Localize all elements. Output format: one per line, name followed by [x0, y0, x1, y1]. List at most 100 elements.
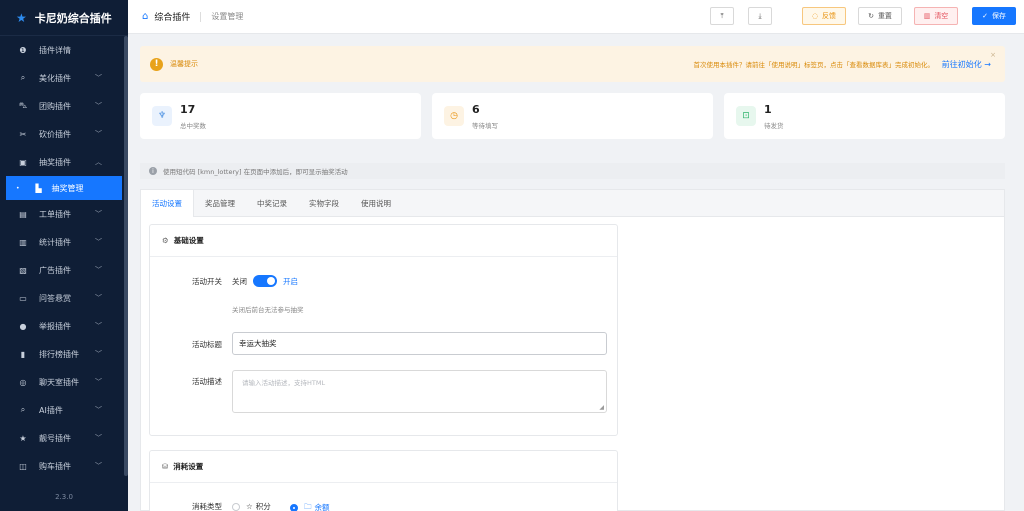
sidebar-scrollbar[interactable]: [124, 36, 128, 476]
download-icon: ⤓: [758, 11, 762, 20]
scissors-icon: ✂: [19, 129, 27, 139]
ad-icon: ▧: [19, 265, 27, 275]
resize-grip-icon[interactable]: ◢: [599, 404, 604, 411]
sidebar-item[interactable]: ▧ 广告插件 ﹀: [0, 256, 128, 284]
stat-label: 总中奖数: [180, 121, 206, 130]
sidebar-item[interactable]: ⌕ AI插件 ﹀: [0, 396, 128, 424]
trash-icon: ▥: [923, 12, 931, 20]
init-link[interactable]: 前往初始化 →: [942, 59, 991, 70]
chevron-down-icon: ﹀: [95, 462, 102, 470]
export-button[interactable]: ⤒: [710, 7, 734, 25]
ticket-icon: ▤: [19, 209, 27, 219]
shortcode-tip: i 使用短代码 [kmn_lottery] 在页面中添加后，即可显示抽奖活动: [140, 163, 1005, 179]
sidebar-item[interactable]: ⌕ 美化插件 ﹀: [0, 64, 128, 92]
tab-4[interactable]: 使用说明: [350, 190, 402, 217]
sidebar-item[interactable]: ▮ 排行榜插件 ﹀: [0, 340, 128, 368]
sidebar-menu: ❶ 插件详情 ⌕ 美化插件 ﹀ ⛍ 团购插件 ﹀ ✂ 砍价插件 ﹀ ▣ 抽奖插件 ︿ • ▙ 抽奖管理 ▤ 工单插件…: [0, 36, 128, 480]
radio-points[interactable]: ☆ 积分: [232, 501, 271, 511]
switch-off-text: 关闭: [232, 276, 247, 286]
stat-value: 1: [764, 102, 772, 116]
cost-settings-card: ⛁ 消耗设置 消耗类型 ☆ 积分 🗀 余额: [149, 450, 618, 511]
card-header: ⛁ 消耗设置: [150, 451, 617, 483]
car-icon: ◫: [19, 461, 27, 471]
sidebar-item[interactable]: ◫ 购车插件 ﹀: [0, 452, 128, 480]
chevron-down-icon: ﹀: [95, 102, 102, 110]
radio-circle[interactable]: [232, 502, 240, 511]
sidebar-subitem-lottery-manage[interactable]: • ▙ 抽奖管理: [6, 176, 122, 200]
stat-label: 等待填写: [472, 121, 498, 130]
sidebar-item-label: 美化插件: [39, 73, 71, 83]
desc-textarea[interactable]: 请输入活动描述，支持HTML ◢: [232, 370, 607, 413]
sidebar-item-label: 工单插件: [39, 209, 71, 219]
chevron-down-icon: ﹀: [95, 266, 102, 274]
home-icon[interactable]: ⌂: [142, 11, 148, 22]
title-label: 活动标题: [192, 340, 222, 349]
stat-value: 6: [472, 102, 480, 116]
stat-card-pending-ship: ⊡ 1 待发货: [724, 93, 1005, 139]
chevron-down-icon: ﹀: [95, 406, 102, 414]
close-icon[interactable]: ×: [990, 51, 996, 59]
activity-switch[interactable]: 关闭 开启: [232, 275, 298, 287]
top-bar: ⌂ 综合插件 设置管理 ⤒ ⤓ ◌ 反馈 ↻ 重置 ▥ 清空 ✓ 保存: [128, 0, 1024, 34]
title-input[interactable]: 幸运大抽奖: [232, 332, 607, 355]
star-icon: ★: [19, 433, 27, 443]
save-label: 保存: [991, 12, 1006, 20]
chevron-down-icon: ﹀: [95, 434, 102, 442]
sidebar: ★ 卡尼奶综合插件 ❶ 插件详情 ⌕ 美化插件 ﹀ ⛍ 团购插件 ﹀ ✂ 砍价插件 ﹀ ▣ 抽奖插件 ︿ •…: [0, 0, 128, 511]
card-header: ⚙ 基础设置: [150, 225, 617, 257]
radio-circle[interactable]: [290, 503, 298, 511]
clear-button[interactable]: ▥ 清空: [914, 7, 958, 25]
feedback-label: 反馈: [822, 12, 837, 20]
gift-icon: ▣: [19, 157, 27, 167]
tab-2[interactable]: 中奖记录: [246, 190, 298, 217]
sidebar-item-label: 广告插件: [39, 265, 71, 275]
sidebar-item[interactable]: ❶ 插件详情: [0, 36, 128, 64]
reset-label: 重置: [877, 12, 892, 20]
app-brand: ★ 卡尼奶综合插件: [0, 0, 128, 36]
feedback-button[interactable]: ◌ 反馈: [802, 7, 846, 25]
feedback-icon: ◌: [811, 12, 819, 20]
toggle-switch[interactable]: [253, 275, 277, 287]
app-title: 卡尼奶综合插件: [34, 11, 112, 25]
page-title: 综合插件: [154, 13, 191, 23]
card-title: 消耗设置: [173, 462, 204, 471]
sidebar-item[interactable]: ⛍ 团购插件 ﹀: [0, 92, 128, 120]
sidebar-item-label: 抽奖管理: [51, 183, 84, 193]
sidebar-item[interactable]: ▥ 统计插件 ﹀: [0, 228, 128, 256]
import-button[interactable]: ⤓: [748, 7, 772, 25]
stat-card-pending-fill: ◷ 6 等待填写: [432, 93, 713, 139]
sidebar-item[interactable]: ▣ 抽奖插件 ︿: [0, 148, 128, 176]
radio-balance[interactable]: 🗀 余额: [290, 501, 330, 511]
info-icon: ❶: [19, 45, 27, 55]
switch-on-text: 开启: [283, 276, 298, 286]
warning-icon: !: [150, 57, 163, 71]
folder-icon: 🗀: [304, 502, 312, 511]
reset-button[interactable]: ↻ 重置: [858, 7, 902, 25]
tab-3[interactable]: 实物字段: [298, 190, 350, 217]
stat-value: 17: [180, 102, 196, 116]
stats-icon: ▥: [19, 237, 27, 247]
ai-icon: ⌕: [20, 405, 26, 414]
chevron-down-icon: ﹀: [95, 294, 102, 302]
sidebar-item[interactable]: ▤ 工单插件 ﹀: [0, 200, 128, 228]
star-outline-icon: ☆: [246, 502, 253, 511]
sidebar-item-label: 排行榜插件: [39, 349, 79, 359]
save-button[interactable]: ✓ 保存: [972, 7, 1016, 25]
check-icon: ✓: [982, 12, 988, 20]
sidebar-item[interactable]: ◎ 聊天室插件 ﹀: [0, 368, 128, 396]
tab-0[interactable]: 活动设置: [141, 190, 194, 217]
version-label: 2.3.0: [55, 493, 73, 501]
sidebar-item[interactable]: ★ 靓号插件 ﹀: [0, 424, 128, 452]
sidebar-item[interactable]: ● 举报插件 ﹀: [0, 312, 128, 340]
database-icon: ⛁: [162, 462, 169, 471]
brush-icon: ⌕: [20, 73, 26, 82]
card-title: 基础设置: [173, 236, 204, 245]
switch-hint: 关闭后前台无法参与抽奖: [232, 306, 304, 314]
chevron-down-icon: ﹀: [95, 74, 102, 82]
tab-1[interactable]: 奖品管理: [194, 190, 246, 217]
sidebar-item[interactable]: ✂ 砍价插件 ﹀: [0, 120, 128, 148]
breadcrumb: ⌂ 综合插件 设置管理: [142, 10, 243, 23]
report-icon: ●: [19, 321, 27, 331]
sidebar-item[interactable]: ▭ 问答悬赏 ﹀: [0, 284, 128, 312]
trophy-icon: ♆: [152, 106, 172, 126]
